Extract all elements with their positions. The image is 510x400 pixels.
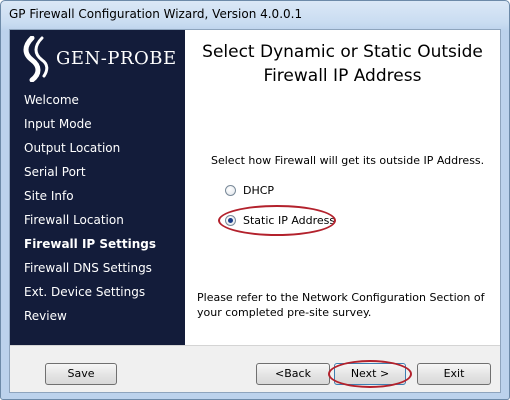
dhcp-label[interactable]: DHCP <box>243 184 274 197</box>
static-ip-highlight-annotation <box>218 205 336 236</box>
survey-note: Please refer to the Network Configuratio… <box>197 291 485 319</box>
sidebar-item-welcome[interactable]: Welcome <box>24 88 156 112</box>
button-bar-divider <box>10 345 500 346</box>
sidebar-item-firewall-location[interactable]: Firewall Location <box>24 208 156 232</box>
save-button[interactable]: Save <box>45 363 117 385</box>
sidebar-item-output-location[interactable]: Output Location <box>24 136 156 160</box>
page-title-line-2: Firewall IP Address <box>263 66 422 86</box>
gen-probe-logo-mark-icon <box>23 36 49 82</box>
sidebar-item-firewall-dns-settings[interactable]: Firewall DNS Settings <box>24 256 156 280</box>
sidebar-item-ext-device-settings[interactable]: Ext. Device Settings <box>24 280 156 304</box>
wizard-client-area: GEN-PROBE Welcome Input Mode Output Loca… <box>9 29 501 393</box>
gen-probe-logo: GEN-PROBE <box>16 34 181 86</box>
wizard-steps-nav: Welcome Input Mode Output Location Seria… <box>24 88 156 328</box>
next-button-highlight-annotation <box>328 360 412 388</box>
sidebar-item-input-mode[interactable]: Input Mode <box>24 112 156 136</box>
exit-button[interactable]: Exit <box>417 363 491 385</box>
sidebar: GEN-PROBE Welcome Input Mode Output Loca… <box>10 30 185 345</box>
step-content: Select Dynamic or Static Outside Firewal… <box>185 30 500 345</box>
dhcp-option[interactable]: DHCP <box>225 182 274 198</box>
logo-text: GEN-PROBE <box>56 48 177 69</box>
wizard-window: GP Firewall Configuration Wizard, Versio… <box>0 0 510 400</box>
back-button[interactable]: <Back <box>256 363 330 385</box>
sidebar-item-serial-port[interactable]: Serial Port <box>24 160 156 184</box>
sidebar-item-site-info[interactable]: Site Info <box>24 184 156 208</box>
sidebar-item-firewall-ip-settings[interactable]: Firewall IP Settings <box>24 232 156 256</box>
window-title: GP Firewall Configuration Wizard, Versio… <box>9 7 303 21</box>
page-title: Select Dynamic or Static Outside Firewal… <box>185 40 500 88</box>
dhcp-radio[interactable] <box>225 184 236 196</box>
sidebar-item-review[interactable]: Review <box>24 304 156 328</box>
ip-mode-prompt: Select how Firewall will get its outside… <box>211 154 485 167</box>
title-bar[interactable]: GP Firewall Configuration Wizard, Versio… <box>1 1 509 29</box>
page-title-line-1: Select Dynamic or Static Outside <box>202 42 483 62</box>
